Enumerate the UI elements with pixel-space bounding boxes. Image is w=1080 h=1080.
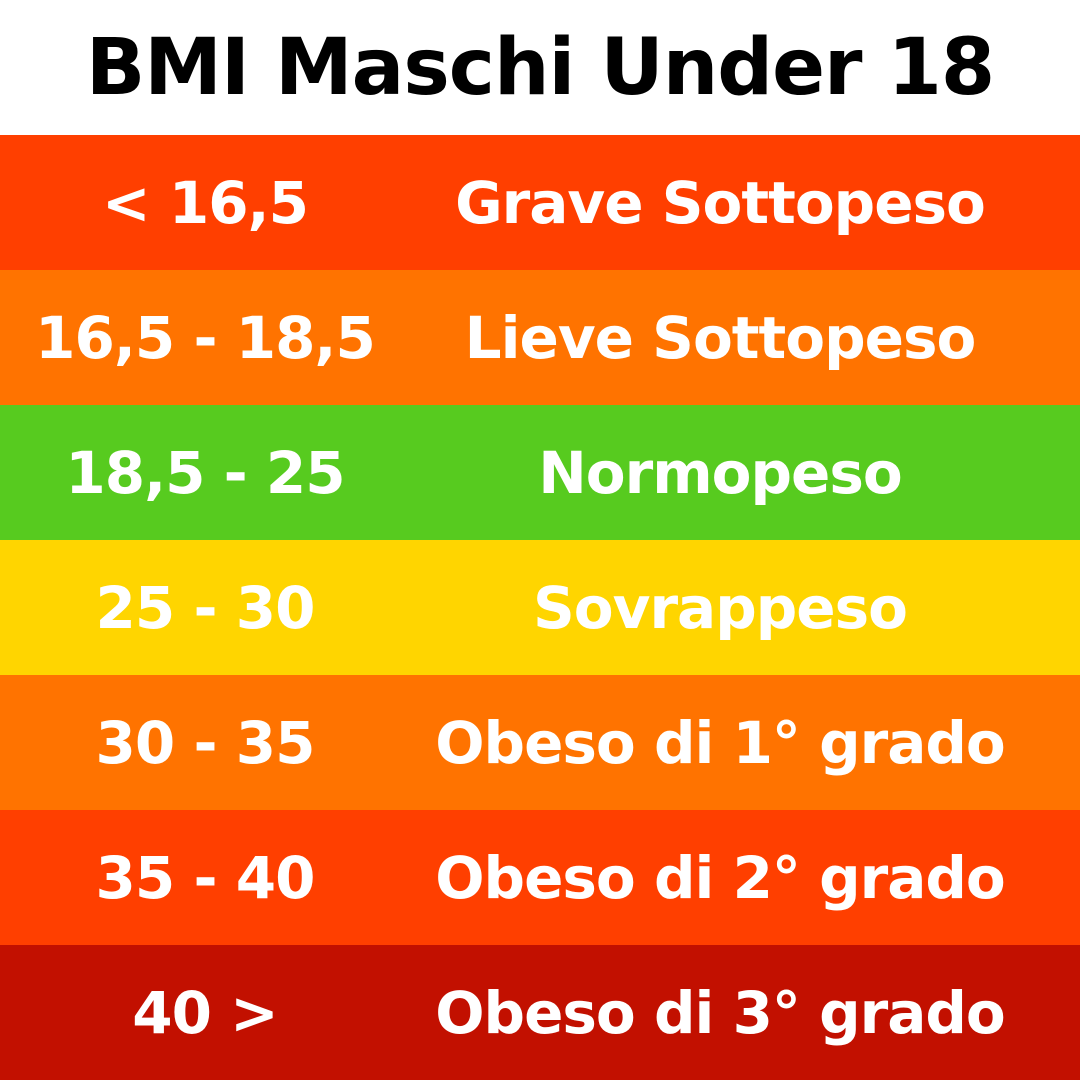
bmi-category-label: Obeso di 3° grado: [435, 978, 1006, 1047]
bmi-row-lieve-sottopeso: 16,5 - 18,5 Lieve Sottopeso: [0, 270, 1080, 405]
bmi-row-obeso-1: 30 - 35 Obeso di 1° grado: [0, 675, 1080, 810]
bmi-chart-page: BMI Maschi Under 18 < 16,5 Grave Sottope…: [0, 0, 1080, 1080]
bmi-row-normopeso: 18,5 - 25 Normopeso: [0, 405, 1080, 540]
bmi-category-label: Sovrappeso: [533, 573, 908, 642]
bmi-category-label: Grave Sottopeso: [455, 168, 986, 237]
bmi-row-obeso-2: 35 - 40 Obeso di 2° grado: [0, 810, 1080, 945]
bmi-category-label: Normopeso: [538, 438, 903, 507]
bmi-category-list: < 16,5 Grave Sottopeso 16,5 - 18,5 Lieve…: [0, 135, 1080, 1080]
bmi-range: 16,5 - 18,5: [35, 303, 376, 372]
bmi-category-label: Lieve Sottopeso: [464, 303, 977, 372]
bmi-category-label: Obeso di 1° grado: [435, 708, 1006, 777]
bmi-range: < 16,5: [102, 168, 309, 237]
bmi-range: 35 - 40: [95, 843, 316, 912]
page-title: BMI Maschi Under 18: [85, 22, 995, 113]
bmi-range: 18,5 - 25: [65, 438, 345, 507]
bmi-range: 30 - 35: [95, 708, 316, 777]
bmi-category-label: Obeso di 2° grado: [435, 843, 1006, 912]
bmi-range: 25 - 30: [95, 573, 316, 642]
bmi-row-obeso-3: 40 > Obeso di 3° grado: [0, 945, 1080, 1080]
bmi-row-grave-sottopeso: < 16,5 Grave Sottopeso: [0, 135, 1080, 270]
bmi-range: 40 >: [132, 978, 279, 1047]
bmi-row-sovrappeso: 25 - 30 Sovrappeso: [0, 540, 1080, 675]
